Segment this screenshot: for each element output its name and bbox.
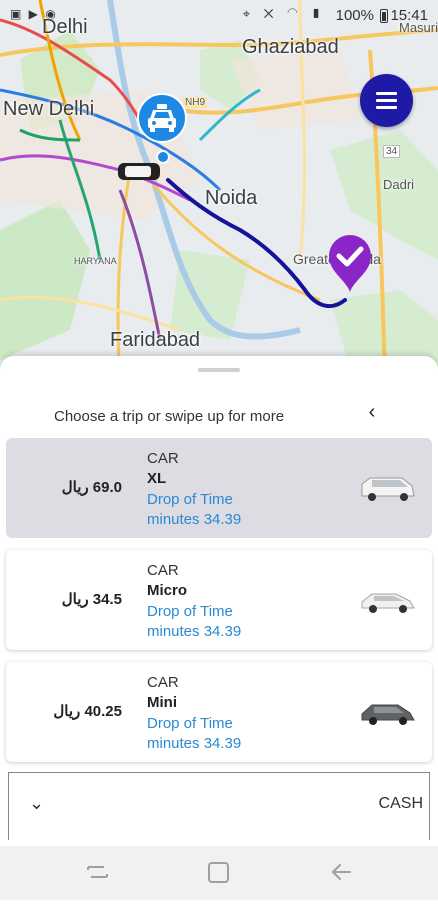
- ride-price: 34.5 ريال: [61, 591, 122, 608]
- hatchback-icon: [361, 704, 415, 725]
- drop-time-minutes: minutes 34.39: [147, 511, 242, 528]
- map-view[interactable]: ▣ ▶ ◉ ⌖ ✕ ◠ ▮ 100% 15:41 Delhi Ghaziabad…: [0, 0, 438, 380]
- battery-percent: 100%: [335, 7, 374, 24]
- menu-button[interactable]: [360, 74, 413, 127]
- map-label-delhi: Delhi: [42, 16, 88, 38]
- chevron-down-icon: ⌄: [29, 793, 45, 813]
- battery-icon: [380, 9, 388, 23]
- ride-name: XL: [147, 470, 167, 487]
- ride-name: Mini: [147, 694, 177, 711]
- hamburger-icon: [376, 92, 397, 95]
- sedan-icon: [361, 593, 415, 613]
- home-icon[interactable]: [208, 862, 229, 883]
- back-chevron-icon[interactable]: ‹: [362, 400, 382, 424]
- map-label-haryana: HARYANA: [74, 256, 117, 266]
- taxi-icon: [148, 104, 176, 132]
- payment-method-selector[interactable]: ⌄ CASH: [8, 772, 430, 840]
- hamburger-icon-bar: [376, 106, 397, 109]
- drop-time-minutes: minutes 34.39: [147, 623, 242, 640]
- check-pin-icon: [329, 235, 371, 292]
- map-label-nh9: NH9: [183, 97, 208, 108]
- ride-option-mini[interactable]: 40.25 ريال CAR Mini Drop of Time minutes…: [6, 662, 432, 762]
- map-label-dadri: Dadri: [383, 177, 415, 192]
- recent-apps-icon[interactable]: [87, 866, 108, 878]
- hamburger-icon-bar: [376, 99, 397, 102]
- ride-price: 69.0 ريال: [61, 479, 122, 496]
- map-label-noida: Noida: [205, 187, 258, 209]
- ride-option-micro[interactable]: 34.5 ريال CAR Micro Drop of Time minutes…: [6, 550, 432, 650]
- payment-method-label: CASH: [378, 795, 423, 812]
- drag-handle[interactable]: [198, 368, 240, 372]
- trip-prompt: Choose a trip or swipe up for more: [54, 408, 285, 425]
- map-label-route-34: 34: [383, 145, 401, 158]
- drop-time-label: Drop of Time: [147, 603, 233, 620]
- van-icon: [361, 477, 415, 501]
- map-label-new-delhi: New Delhi: [3, 98, 95, 120]
- back-nav-icon[interactable]: [331, 864, 351, 880]
- drop-time-label: Drop of Time: [147, 715, 233, 732]
- map-label-masuri: Masuri: [399, 20, 438, 35]
- map-car-icon: [118, 163, 160, 180]
- ride-price: 40.25 ريال: [53, 703, 122, 720]
- drop-time-minutes: minutes 34.39: [147, 735, 242, 752]
- map-label-ghaziabad: Ghaziabad: [242, 36, 339, 58]
- trip-sheet[interactable]: Choose a trip or swipe up for more ‹ 69.…: [0, 356, 438, 846]
- ride-name: Micro: [147, 582, 188, 599]
- ride-category: CAR: [147, 674, 179, 691]
- pickup-taxi-marker[interactable]: [137, 93, 187, 143]
- ride-category: CAR: [147, 562, 179, 579]
- drop-time-label: Drop of Time: [147, 491, 233, 508]
- map-label-faridabad: Faridabad: [110, 329, 201, 351]
- system-navigation-bar: [0, 846, 438, 900]
- ride-category: CAR: [147, 450, 179, 467]
- ride-option-xl[interactable]: 69.0 ريال CAR XL Drop of Time minutes 34…: [6, 438, 432, 538]
- signal-icons: ⌖ ✕ ◠ ▮: [242, 6, 326, 21]
